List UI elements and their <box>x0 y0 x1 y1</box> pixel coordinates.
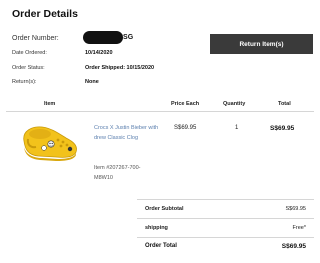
column-header-quantity: Quantity <box>223 101 246 107</box>
shipping-label: shipping <box>145 225 168 231</box>
date-ordered-label: Date Ordered: <box>12 50 47 56</box>
date-ordered-value: 10/14/2020 <box>85 50 113 56</box>
order-status-label: Order Status: <box>12 65 45 71</box>
product-image[interactable] <box>18 117 80 162</box>
summary-divider-bottom <box>137 237 314 238</box>
order-status-value: Order Shipped: 10/15/2020 <box>85 65 155 71</box>
page-title: Order Details <box>12 8 78 20</box>
row-total-value: S$69.95 <box>270 125 295 132</box>
order-number-suffix: CSG <box>118 34 134 41</box>
column-header-price-each: Price Each <box>171 101 200 107</box>
order-total-label: Order Total <box>145 243 177 249</box>
shipping-value: Free* <box>292 225 306 231</box>
column-header-item: Item <box>44 101 56 107</box>
returns-value: None <box>85 79 99 85</box>
subtotal-label: Order Subtotal <box>145 206 184 212</box>
quantity-value: 1 <box>235 125 239 131</box>
column-header-total: Total <box>278 101 291 107</box>
table-header-divider <box>6 111 314 112</box>
summary-divider-top <box>137 199 314 200</box>
product-sku: Item #207267-700-M8W10 <box>94 165 141 181</box>
product-name-link[interactable]: Crocs X Justin Bieber with drew Classic … <box>94 123 160 143</box>
return-items-button[interactable]: Return Item(s) <box>210 34 313 54</box>
redacted-order-number <box>83 31 123 44</box>
subtotal-value: S$69.95 <box>285 206 307 212</box>
price-each-value: S$69.95 <box>174 125 197 131</box>
summary-divider-middle <box>137 218 314 219</box>
order-total-value: S$69.95 <box>281 243 306 250</box>
returns-label: Return(s): <box>12 79 37 85</box>
order-number-label: Order Number: <box>12 35 59 42</box>
